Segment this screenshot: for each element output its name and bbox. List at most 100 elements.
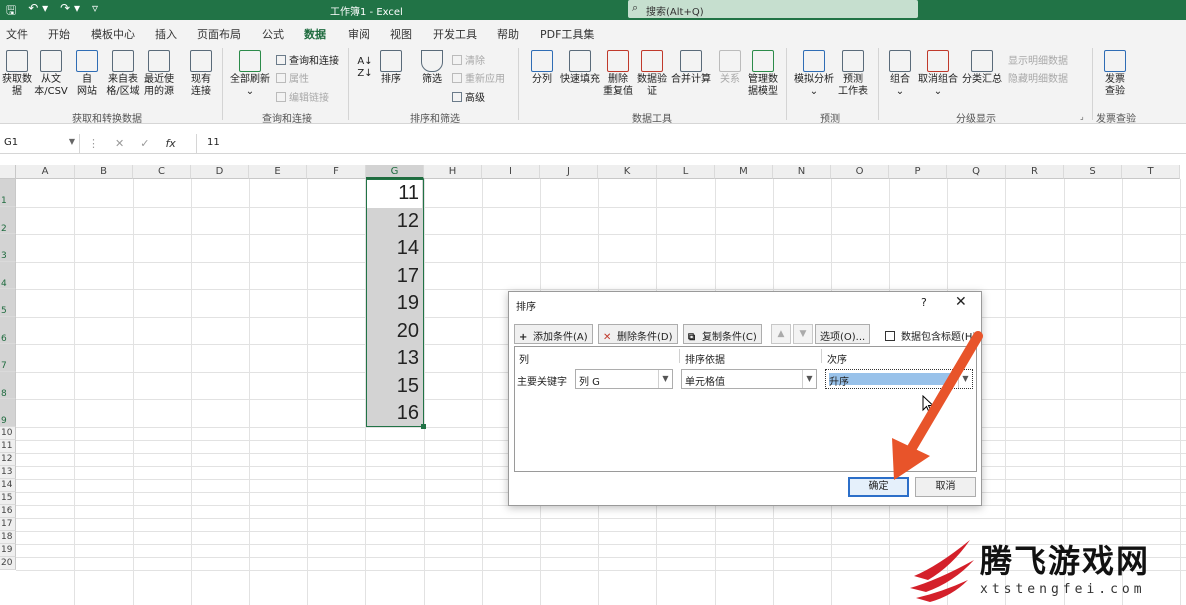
tab-pdf-tools[interactable]: PDF工具集 — [540, 26, 594, 42]
column-header-f[interactable]: F — [307, 165, 366, 179]
add-condition-button[interactable]: + 添加条件(A) — [514, 324, 593, 344]
insert-function-button[interactable]: fx — [165, 137, 175, 150]
undo-icon[interactable]: ↶ ▾ — [28, 1, 48, 22]
cell-g8[interactable]: 15 — [397, 375, 419, 398]
invoice-check-button[interactable]: 发票 查验 — [1100, 50, 1130, 98]
row-header-12[interactable]: 12 — [0, 452, 16, 466]
column-header-q[interactable]: Q — [947, 165, 1006, 179]
text-to-columns-button[interactable]: 分列 — [528, 50, 556, 86]
column-header-s[interactable]: S — [1064, 165, 1122, 179]
row-header-5[interactable]: 5 — [0, 289, 16, 317]
delete-condition-button[interactable]: ✕ 删除条件(D) — [598, 324, 678, 344]
cell-g5[interactable]: 19 — [397, 292, 419, 315]
column-header-k[interactable]: K — [598, 165, 657, 179]
advanced-filter-button[interactable]: 高级 — [452, 89, 485, 104]
row-header-2[interactable]: 2 — [0, 206, 16, 234]
options-button[interactable]: 选项(O)... — [815, 324, 871, 344]
row-header-3[interactable]: 3 — [0, 234, 16, 262]
remove-duplicates-button[interactable]: 删除 重复值 — [602, 50, 634, 98]
chevron-down-icon[interactable]: ▼ — [69, 137, 75, 146]
help-button[interactable]: ? — [921, 296, 927, 309]
cell-g3[interactable]: 14 — [397, 237, 419, 260]
row-header-8[interactable]: 8 — [0, 371, 16, 399]
row-header-9[interactable]: 9 — [0, 399, 16, 427]
column-header-r[interactable]: R — [1006, 165, 1064, 179]
chevron-down-icon[interactable]: ▼ — [658, 370, 672, 388]
select-all-corner[interactable] — [0, 165, 16, 179]
tab-review[interactable]: 审阅 — [348, 26, 370, 42]
recent-sources-button[interactable]: 最近使 用的源 — [142, 50, 176, 98]
tab-page-layout[interactable]: 页面布局 — [197, 26, 241, 42]
row-header-6[interactable]: 6 — [0, 316, 16, 344]
data-validation-button[interactable]: 数据验 证 — [636, 50, 668, 98]
cell-g6[interactable]: 20 — [397, 320, 419, 343]
selected-range[interactable]: 11 12 14 17 19 20 13 15 16 — [366, 179, 424, 427]
row-header-16[interactable]: 16 — [0, 504, 16, 518]
forecast-sheet-button[interactable]: 预测 工作表 — [836, 50, 870, 98]
row-header-7[interactable]: 7 — [0, 344, 16, 372]
manage-data-model-button[interactable]: 管理数 据模型 — [746, 50, 780, 98]
sort-column-select[interactable]: 列 G ▼ — [575, 369, 673, 389]
column-header-t[interactable]: T — [1122, 165, 1180, 179]
column-header-m[interactable]: M — [715, 165, 773, 179]
queries-connections-button[interactable]: 查询和连接 — [276, 52, 339, 67]
tab-home[interactable]: 开始 — [48, 26, 70, 42]
row-header-1[interactable]: 1 — [0, 179, 16, 207]
existing-connections-button[interactable]: 现有 连接 — [186, 50, 216, 98]
from-text-csv-button[interactable]: 从文 本/CSV — [33, 50, 69, 98]
sort-on-select[interactable]: 单元格值 ▼ — [681, 369, 817, 389]
sort-az-button[interactable]: A↓ Z↓ — [356, 56, 374, 80]
fill-handle[interactable] — [421, 424, 426, 429]
column-header-n[interactable]: N — [773, 165, 831, 179]
copy-condition-button[interactable]: ⧉ 复制条件(C) — [683, 324, 762, 344]
from-table-button[interactable]: 来自表 格/区域 — [104, 50, 142, 98]
column-header-p[interactable]: P — [889, 165, 947, 179]
column-header-b[interactable]: B — [75, 165, 133, 179]
name-box[interactable]: G1 ▼ — [0, 134, 80, 154]
row-header-14[interactable]: 14 — [0, 478, 16, 492]
row-header-18[interactable]: 18 — [0, 530, 16, 544]
chevron-down-icon[interactable]: ▼ — [802, 370, 816, 388]
cell-g4[interactable]: 17 — [397, 265, 419, 288]
cell-g7[interactable]: 13 — [397, 347, 419, 370]
ungroup-button[interactable]: 取消组合 ⌄ — [916, 50, 960, 98]
row-header-11[interactable]: 11 — [0, 439, 16, 453]
column-header-c[interactable]: C — [133, 165, 191, 179]
subtotal-button[interactable]: 分类汇总 — [960, 50, 1004, 86]
tab-developer[interactable]: 开发工具 — [433, 26, 477, 42]
column-header-h[interactable]: H — [424, 165, 482, 179]
column-header-e[interactable]: E — [249, 165, 307, 179]
tab-data[interactable]: 数据 — [304, 26, 326, 47]
cell-g2[interactable]: 12 — [397, 210, 419, 233]
search-box[interactable]: ⌕ 搜索(Alt+Q) — [628, 0, 918, 18]
from-web-button[interactable]: 自 网站 — [72, 50, 102, 98]
flash-fill-button[interactable]: 快速填充 — [559, 50, 601, 86]
what-if-analysis-button[interactable]: 模拟分析 ⌄ — [792, 50, 836, 98]
redo-icon[interactable]: ↷ ▾ — [60, 1, 80, 22]
close-button[interactable]: ✕ — [955, 294, 967, 310]
cell-g9[interactable]: 16 — [397, 402, 419, 425]
column-header-l[interactable]: L — [657, 165, 715, 179]
column-header-o[interactable]: O — [831, 165, 889, 179]
customize-qat-icon[interactable]: ▿ — [92, 1, 98, 22]
row-header-10[interactable]: 10 — [0, 426, 16, 440]
move-up-button[interactable]: ▲ — [771, 324, 791, 344]
column-header-j[interactable]: J — [540, 165, 598, 179]
column-header-i[interactable]: I — [482, 165, 540, 179]
row-header-15[interactable]: 15 — [0, 491, 16, 505]
column-header-g[interactable]: G — [366, 165, 424, 179]
row-header-4[interactable]: 4 — [0, 261, 16, 289]
cancel-icon[interactable]: ✕ — [115, 137, 124, 150]
sort-button[interactable]: 排序 — [378, 50, 404, 86]
tab-formulas[interactable]: 公式 — [262, 26, 284, 42]
row-header-13[interactable]: 13 — [0, 465, 16, 479]
get-data-button[interactable]: 获取数 据 — [2, 50, 32, 98]
tab-help[interactable]: 帮助 — [497, 26, 519, 42]
row-header-20[interactable]: 20 — [0, 556, 16, 570]
save-icon[interactable]: 🖫 — [6, 1, 16, 22]
tab-file[interactable]: 文件 — [6, 26, 28, 42]
tab-insert[interactable]: 插入 — [155, 26, 177, 42]
row-header-19[interactable]: 19 — [0, 543, 16, 557]
row-header-17[interactable]: 17 — [0, 517, 16, 531]
column-header-d[interactable]: D — [191, 165, 249, 179]
